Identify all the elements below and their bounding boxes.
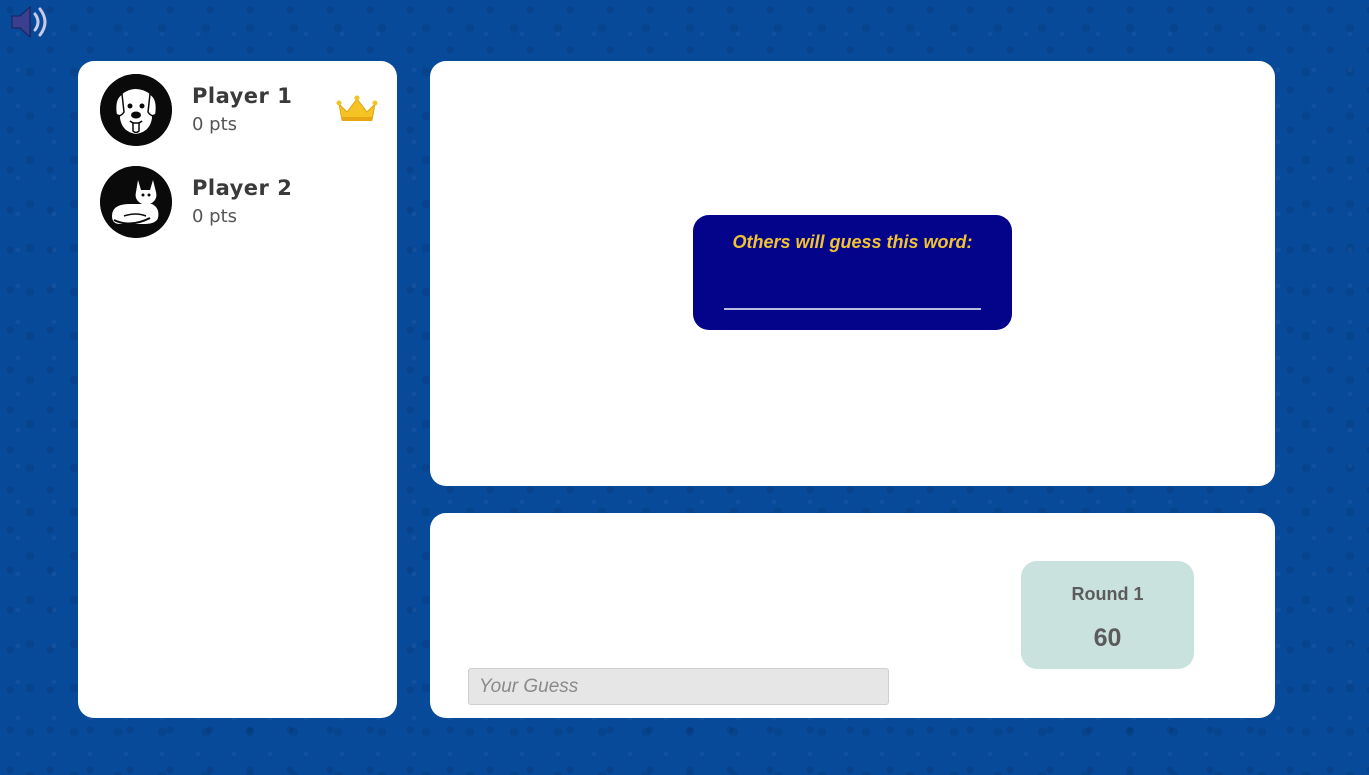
word-hint-label: Others will guess this word: [732,232,973,252]
sound-toggle-button[interactable] [8,2,56,42]
cat-icon [100,166,172,238]
player-score: 0 pts [192,114,238,135]
player-avatar [100,166,172,238]
round-info-box: Round 1 60 [1021,561,1194,669]
word-prompt-box: Others will guess this word: [693,215,1012,330]
player-name: Player 2 [192,176,293,200]
speaker-icon [11,5,47,39]
player-score: 0 pts [192,206,238,227]
player-name: Player 1 [192,84,293,108]
player-row: Player 1 0 pts [78,74,397,150]
word-blank-line [724,308,981,310]
guess-panel: Round 1 60 [430,513,1275,718]
dog-icon [100,74,172,146]
players-panel: Player 1 0 pts Player 2 0 pts [78,61,397,718]
crown-icon [336,94,378,124]
round-label: Round 1 [1071,584,1144,604]
guess-input[interactable] [468,668,889,705]
drawing-canvas[interactable]: Others will guess this word: [430,61,1275,486]
player-row: Player 2 0 pts [78,166,397,242]
player-avatar [100,74,172,146]
round-timer: 60 [1093,624,1122,652]
